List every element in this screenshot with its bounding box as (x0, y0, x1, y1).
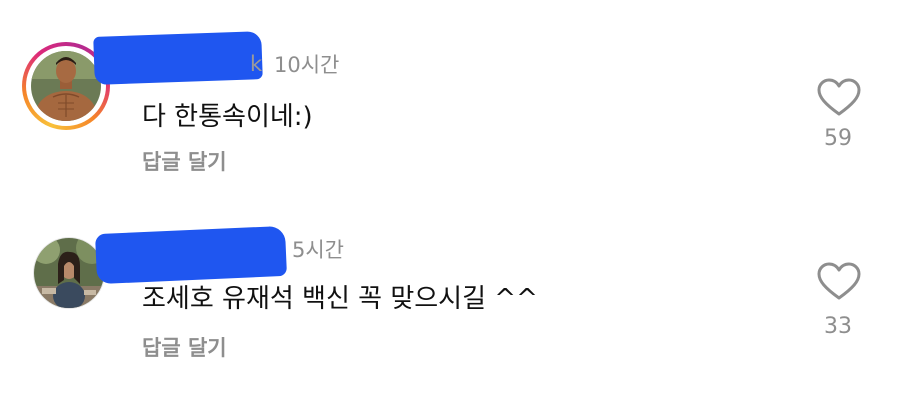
username-redaction (93, 31, 263, 85)
username-visible-fragment[interactable]: k (250, 52, 262, 76)
comment-item: k 10시간 다 한통속이네:) 답글 달기 59 (0, 31, 900, 184)
comment-text: 다 한통속이네:) (142, 102, 313, 132)
heart-outline-icon (817, 78, 861, 116)
avatar[interactable] (34, 238, 104, 308)
username-redaction (94, 225, 288, 285)
comment-timestamp: 10시간 (274, 53, 340, 77)
heart-outline-icon (817, 262, 861, 300)
comment-item: 5시간 조세호 유재석 백신 꼭 맞으시길 ^^ 답글 달기 33 (0, 225, 900, 376)
reply-button[interactable]: 답글 달기 (142, 332, 227, 362)
comment-timestamp: 5시간 (292, 238, 345, 262)
like-count: 59 (824, 126, 852, 151)
like-button[interactable] (816, 262, 862, 302)
comment-text: 조세호 유재석 백신 꼭 맞으시길 ^^ (142, 284, 538, 314)
like-button[interactable] (816, 78, 862, 118)
reply-button[interactable]: 답글 달기 (142, 146, 227, 176)
like-count: 33 (824, 314, 852, 339)
avatar-photo (34, 238, 104, 308)
avatar-photo (31, 51, 101, 121)
